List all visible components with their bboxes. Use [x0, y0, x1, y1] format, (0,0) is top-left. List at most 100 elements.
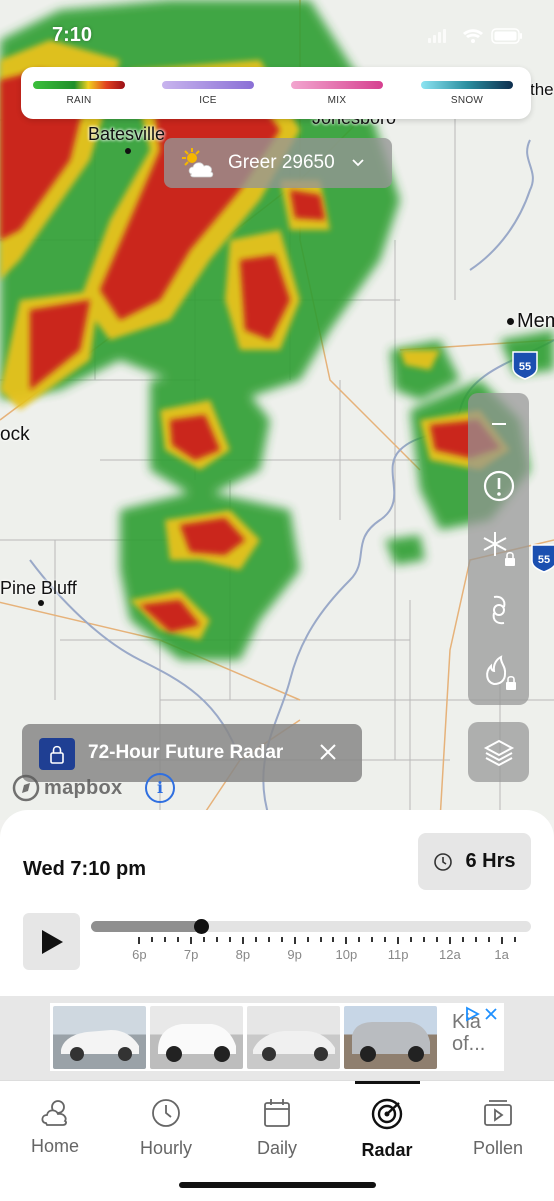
- future-radar-label: 72-Hour Future Radar: [88, 742, 284, 763]
- wifi-icon: [463, 29, 483, 43]
- zoom-out-button[interactable]: [468, 399, 529, 449]
- interstate-shield-55-a: 55: [512, 351, 538, 380]
- timeline-tick: [371, 937, 374, 942]
- location-selector[interactable]: Greer 29650: [164, 138, 392, 188]
- timeline-tick-label: 7p: [183, 947, 199, 962]
- timeline-tick-label: 10p: [335, 947, 358, 962]
- snow-layer-button[interactable]: [468, 523, 529, 573]
- hurricane-layer-button[interactable]: [468, 585, 529, 635]
- timeline-tick: [397, 937, 400, 944]
- status-bar: 7:10: [0, 0, 554, 66]
- ad-image: [53, 1006, 146, 1069]
- duration-label: 6 Hrs: [465, 850, 516, 872]
- mapbox-logo-icon: [12, 774, 40, 802]
- city-label-little-rock: ock: [0, 424, 30, 445]
- ad-image: [344, 1006, 437, 1069]
- info-button[interactable]: i: [145, 773, 175, 803]
- city-dot: [125, 148, 131, 154]
- alerts-button[interactable]: [468, 461, 529, 511]
- legend-mix: MIX: [291, 81, 383, 106]
- timeline-tick: [461, 937, 464, 942]
- clock-icon: [434, 852, 453, 871]
- timeline-tick: [513, 937, 516, 942]
- timeline-progress: [91, 921, 201, 932]
- timeline-tick: [358, 937, 361, 942]
- mapbox-logo[interactable]: mapbox: [12, 774, 122, 802]
- battery-icon: [491, 28, 522, 44]
- snowflake-lock-icon: [483, 532, 515, 566]
- tab-hourly[interactable]: Hourly: [111, 1097, 221, 1159]
- timeline-tick: [422, 937, 425, 942]
- city-label-memphis: Mem: [517, 310, 554, 332]
- calendar-icon: [264, 1099, 290, 1127]
- timeline-tick-label: 11p: [387, 947, 409, 962]
- alert-icon: [483, 470, 514, 502]
- timeline-tick-label: 12a: [439, 947, 461, 962]
- timeline-tick: [474, 937, 477, 942]
- tab-daily[interactable]: Daily: [222, 1097, 332, 1159]
- timeline-sheet: Wed 7:10 pm 6 Hrs 6p 7p 8p 9p 10p 11p 12a 1a: [0, 810, 554, 996]
- timeline-tick: [138, 937, 141, 944]
- fire-lock-icon: [485, 655, 516, 690]
- tab-pollen[interactable]: Pollen: [443, 1097, 553, 1159]
- timeline-tick: [190, 937, 193, 944]
- timeline-tick-label: 6p: [132, 947, 147, 962]
- city-label-batesville: Batesville: [88, 124, 166, 144]
- ad-banner[interactable]: Kia of...: [0, 996, 554, 1080]
- active-tab-indicator: [355, 1081, 420, 1084]
- timeline-tick: [319, 937, 322, 942]
- timeline-tick: [203, 937, 206, 942]
- map-layer-controls: [468, 393, 529, 705]
- timeline-tick: [177, 937, 180, 942]
- ad-choices-icon[interactable]: [464, 1006, 500, 1025]
- ad-content[interactable]: Kia of...: [50, 1003, 504, 1071]
- precip-legend[interactable]: RAIN ICE MIX SNOW: [21, 67, 531, 119]
- timeline-tick: [293, 937, 296, 944]
- timeline-tick: [332, 937, 335, 942]
- status-icons: [428, 27, 524, 50]
- fire-layer-button[interactable]: [468, 647, 529, 697]
- timeline-ticks: [91, 937, 531, 947]
- timeline-tick: [254, 937, 257, 942]
- clock-icon: [152, 1099, 180, 1127]
- city-label-pine-bluff: Pine Bluff: [0, 578, 77, 598]
- tab-home[interactable]: Home: [0, 1097, 110, 1157]
- timeline-tick: [487, 937, 490, 942]
- timeline-tick: [306, 937, 309, 942]
- timeline-handle[interactable]: [194, 919, 209, 934]
- timeline-slider[interactable]: [91, 919, 531, 934]
- timeline-tick: [500, 937, 503, 944]
- legend-ice: ICE: [162, 81, 254, 106]
- city-dot: [507, 318, 514, 325]
- chevron-down-icon: [352, 159, 364, 167]
- location-label: Greer 29650: [228, 152, 335, 173]
- timeline-tick: [448, 937, 451, 944]
- city-dot: [38, 600, 44, 606]
- duration-button[interactable]: 6 Hrs: [418, 833, 531, 890]
- timeline-tick: [267, 937, 270, 942]
- home-indicator: [179, 1182, 376, 1188]
- partly-cloudy-sun-icon: [182, 148, 214, 178]
- timeline-tick: [241, 937, 244, 944]
- play-icon: [41, 929, 63, 954]
- map-style-button[interactable]: [468, 722, 529, 782]
- close-icon[interactable]: [316, 740, 340, 764]
- shield-label: 55: [538, 554, 550, 566]
- play-button[interactable]: [23, 913, 80, 970]
- shield-label: 55: [519, 361, 531, 373]
- timeline-tick: [151, 937, 154, 942]
- tab-radar[interactable]: Radar: [332, 1097, 442, 1161]
- timeline-tick: [164, 937, 167, 942]
- timeline-tick: [435, 937, 438, 942]
- status-time: 7:10: [52, 24, 93, 46]
- timeline-tick: [280, 937, 283, 942]
- radar-icon: [371, 1098, 403, 1130]
- video-icon: [484, 1100, 512, 1126]
- timeline-tick: [410, 937, 413, 942]
- mapbox-wordmark: mapbox: [44, 776, 123, 799]
- timeline-tick-label: 8p: [235, 947, 251, 962]
- legend-rain: RAIN: [33, 81, 125, 106]
- layers-icon: [483, 739, 514, 767]
- timeline-tick: [216, 937, 219, 942]
- cellular-icon: [428, 29, 446, 43]
